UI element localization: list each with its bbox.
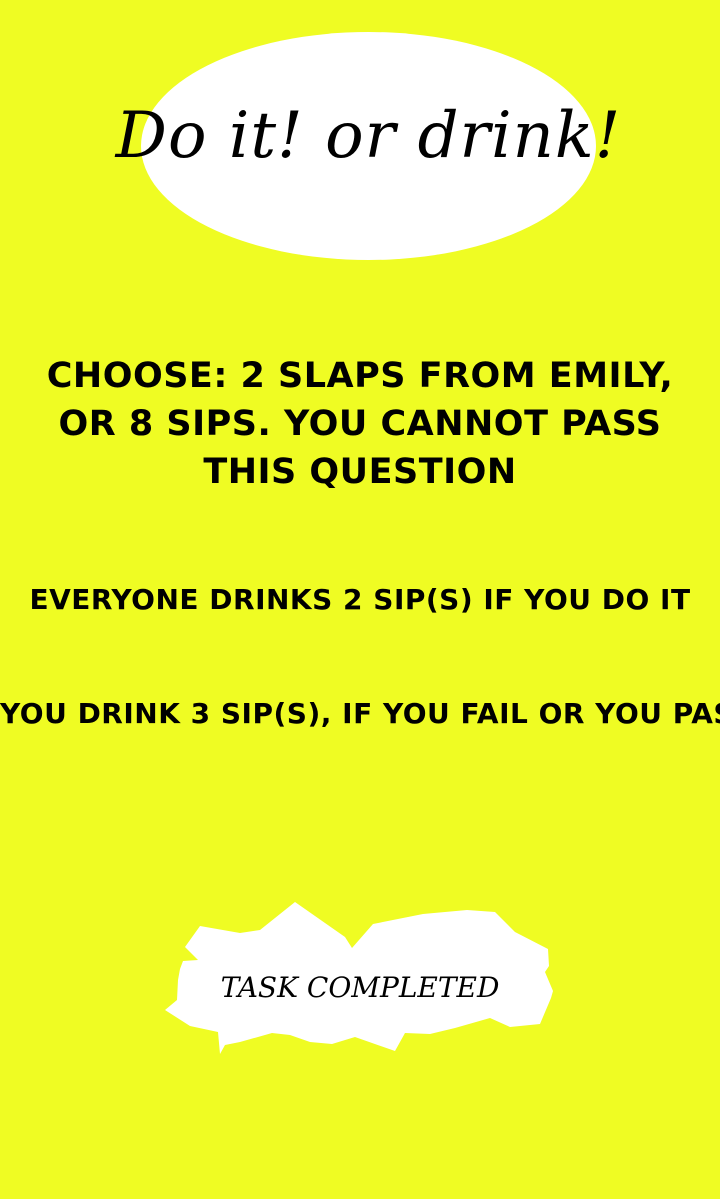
everyone-drinks-rule: everyone drinks 2 sip(s) if you do it [29,583,691,616]
task-completed-button[interactable]: TASK COMPLETED [165,902,555,1054]
penalty-rule: you drink 3 sip(s), if you fail or you p… [0,697,720,730]
title-bubble: Do it! or drink! [116,32,620,260]
challenge-question: Choose: 2 slaps from Emily, or 8 sips. Y… [46,356,674,492]
task-completed-label: TASK COMPLETED [220,971,500,1004]
app-title: Do it! or drink! [115,99,622,173]
